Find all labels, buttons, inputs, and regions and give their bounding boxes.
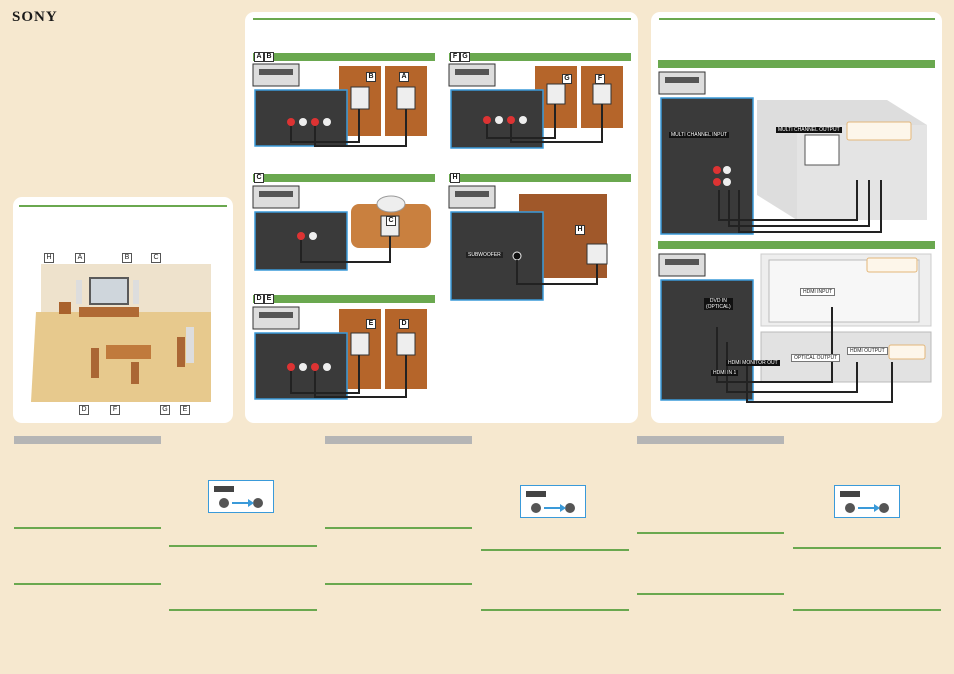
section-h-bar [449, 174, 631, 182]
speaker-label-c: C [386, 216, 396, 226]
h-connection-diagram [448, 185, 608, 301]
col2-plug-illustration [208, 480, 274, 513]
room-panel-header-line [19, 205, 227, 207]
section-de-bar [253, 295, 435, 303]
speaker-label-e: E [366, 319, 376, 329]
col3-header-bar [325, 436, 472, 444]
multi-channel-input-label: MULTI CHANNEL INPUT [669, 132, 730, 138]
room-tag-e: E [180, 405, 190, 415]
c-connection-diagram [252, 185, 431, 271]
speaker-label-a: A [399, 72, 409, 82]
room-tag-a: A [75, 253, 85, 263]
component-panel-header-line [659, 18, 935, 20]
hdmi-input-label: HDMI INPUT [800, 288, 836, 296]
col4-plug-illustration [520, 485, 586, 518]
multi-channel-diagram [658, 71, 927, 235]
col3-separator-2 [325, 583, 472, 585]
tag-d: D [254, 294, 264, 304]
col4-separator-1 [481, 549, 629, 551]
section-fg-bar [449, 53, 631, 61]
tag-g: G [460, 52, 470, 62]
multi-channel-output-label: MULTI CHANNEL OUTPUT [776, 127, 842, 133]
section-c-bar [253, 174, 435, 182]
speaker-panel-header-line [253, 18, 631, 20]
room-tag-d: D [79, 405, 89, 415]
subwoofer-port-label: SUBWOOFER [466, 252, 503, 258]
speaker-label-h: H [575, 225, 585, 235]
col4-separator-2 [481, 609, 629, 611]
room-tag-b: B [122, 253, 132, 263]
col5-separator-2 [637, 593, 784, 595]
col6-plug-illustration [834, 485, 900, 518]
speaker-connection-panel: A B B A F G G F C C H H SUBWOOFER D E E … [245, 12, 638, 423]
room-tag-g: G [160, 405, 170, 415]
multi-channel-bar [658, 60, 935, 68]
col2-separator-2 [169, 609, 317, 611]
col5-separator-1 [637, 532, 784, 534]
hdmi-diagram [658, 253, 932, 403]
room-layout-panel: H A B C D F G E [13, 197, 233, 423]
col1-separator-1 [14, 527, 161, 529]
tag-h: H [450, 173, 460, 183]
tag-b: B [264, 52, 274, 62]
speaker-label-f: F [595, 74, 605, 84]
tag-a: A [254, 52, 264, 62]
speaker-label-d: D [399, 319, 409, 329]
sony-logo: SONY [12, 9, 58, 25]
room-illustration [31, 264, 211, 402]
col6-separator-1 [793, 547, 941, 549]
col2-separator-1 [169, 545, 317, 547]
component-connection-panel: MULTI CHANNEL INPUT MULTI CHANNEL OUTPUT… [651, 12, 942, 423]
tag-f: F [450, 52, 460, 62]
hdmi-in-label: HDMI IN 1 [711, 370, 739, 376]
col5-header-bar [637, 436, 784, 444]
hdmi-output-label: HDMI OUTPUT [847, 347, 888, 355]
section-ab-bar [253, 53, 435, 61]
room-tag-c: C [151, 253, 161, 263]
optical-output-label: OPTICAL OUTPUT [791, 354, 841, 362]
col1-header-bar [14, 436, 161, 444]
room-tag-f: F [110, 405, 120, 415]
col6-separator-2 [793, 609, 941, 611]
col3-separator-1 [325, 527, 472, 529]
col1-separator-2 [14, 583, 161, 585]
room-tag-h: H [44, 253, 54, 263]
tag-c: C [254, 173, 264, 183]
hdmi-bar [658, 241, 935, 249]
hdmi-monitor-out-label: HDMI MONITOR OUT [726, 360, 780, 366]
tag-e: E [264, 294, 274, 304]
speaker-label-g: G [562, 74, 572, 84]
speaker-label-b: B [366, 72, 376, 82]
dvd-in-optical-label: DVD IN (OPTICAL) [704, 298, 733, 310]
